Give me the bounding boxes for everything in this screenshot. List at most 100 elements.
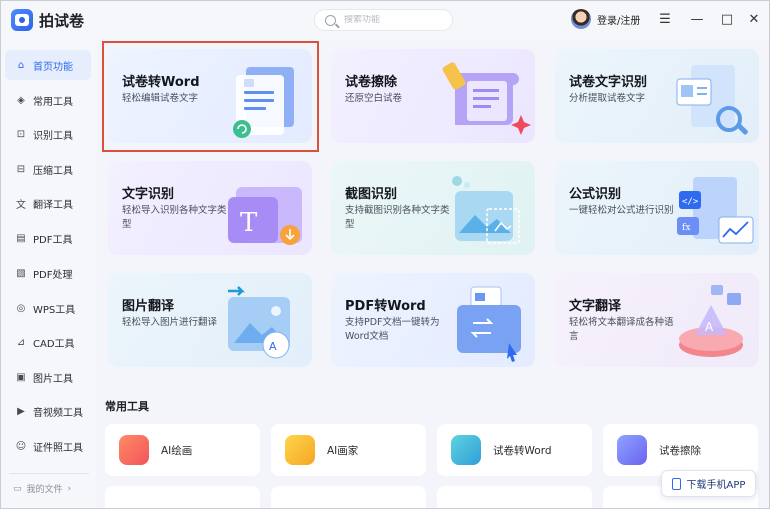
tool-ai-painter[interactable]: AI画家 bbox=[271, 424, 426, 476]
eraser-illustration bbox=[442, 62, 531, 135]
svg-text:A: A bbox=[269, 340, 277, 353]
user-login[interactable]: 登录/注册 bbox=[571, 9, 640, 29]
app-logo-icon bbox=[11, 9, 33, 31]
download-app-label: 下载手机APP bbox=[686, 480, 746, 491]
scan-icon: ⊡ bbox=[16, 128, 26, 140]
sidebar-item-label: 音视频工具 bbox=[33, 407, 83, 419]
sidebar-item-pdf-tools[interactable]: ▤ PDF工具 bbox=[5, 223, 91, 253]
sidebar-divider bbox=[9, 473, 89, 474]
tool-label: AI画家 bbox=[327, 444, 359, 457]
id-photo-icon: ☺ bbox=[15, 440, 27, 452]
chevron-right-icon: › bbox=[67, 483, 72, 494]
sidebar-item-label: PDF工具 bbox=[33, 234, 73, 246]
my-files-link[interactable]: ▭ 我的文件 › bbox=[13, 482, 72, 496]
card-desc: 轻松将文本翻译成各种语言 bbox=[569, 317, 674, 342]
sidebar-item-label: 压缩工具 bbox=[33, 165, 73, 177]
card-text-translation[interactable]: 文字翻译 轻松将文本翻译成各种语言 A bbox=[555, 273, 759, 367]
tool-exam-to-word[interactable]: 试卷转Word bbox=[437, 424, 592, 476]
sidebar-item-common-tools[interactable]: ◈ 常用工具 bbox=[5, 85, 91, 115]
sidebar-item-label: 图片工具 bbox=[33, 373, 73, 385]
formula-illustration: </> fx bbox=[677, 177, 754, 244]
tool-label: 试卷转Word bbox=[493, 444, 552, 457]
home-icon: ⌂ bbox=[17, 59, 25, 71]
sidebar-item-label: 证件照工具 bbox=[33, 442, 83, 454]
card-screenshot-recognition[interactable]: 截图识别 支持截图识别各种文字类型 bbox=[331, 161, 535, 255]
video-icon: ▶ bbox=[17, 405, 25, 417]
card-formula-recognition[interactable]: 公式识别 一键轻松对公式进行识别 </> fx bbox=[555, 161, 759, 255]
tool-row-partial bbox=[437, 486, 592, 508]
app-window: 拍试卷 登录/注册 ☰ — □ ✕ ⌂ 首页功能 ◈ 常用工具 ⊡ 识别工具 ⊟ bbox=[0, 0, 770, 509]
card-exam-erase[interactable]: 试卷擦除 还原空白试卷 bbox=[331, 49, 535, 143]
tool-label: AI绘画 bbox=[161, 444, 193, 457]
search-input[interactable] bbox=[344, 15, 434, 25]
title-bar: 拍试卷 登录/注册 ☰ — □ ✕ bbox=[1, 1, 769, 39]
sidebar-item-image-tools[interactable]: ▣ 图片工具 bbox=[5, 362, 91, 392]
sidebar-item-pdf-process[interactable]: ▧ PDF处理 bbox=[5, 258, 91, 288]
sidebar-item-video-tools[interactable]: ▶ 音视频工具 bbox=[5, 396, 91, 426]
search-icon bbox=[325, 14, 336, 26]
tool-label: 试卷擦除 bbox=[659, 444, 701, 457]
card-desc: 一键轻松对公式进行识别 bbox=[569, 205, 674, 216]
minimize-icon[interactable]: — bbox=[687, 9, 707, 29]
card-title: 文字翻译 bbox=[569, 299, 622, 314]
app-name: 拍试卷 bbox=[39, 11, 85, 30]
svg-text:A: A bbox=[705, 320, 714, 334]
card-title: PDF转Word bbox=[345, 299, 426, 314]
card-title: 图片翻译 bbox=[122, 299, 175, 314]
ai-paint-icon bbox=[119, 435, 149, 465]
sidebar-item-compress-tools[interactable]: ⊟ 压缩工具 bbox=[5, 154, 91, 184]
card-title: 文字识别 bbox=[122, 187, 175, 202]
sidebar-item-id-photo-tools[interactable]: ☺ 证件照工具 bbox=[5, 431, 91, 461]
phone-icon bbox=[671, 477, 681, 490]
folder-t-illustration: T bbox=[228, 187, 302, 245]
avatar[interactable] bbox=[571, 9, 591, 29]
card-image-translation[interactable]: 图片翻译 轻松导入图片进行翻译 A bbox=[108, 273, 312, 367]
sidebar-item-label: 识别工具 bbox=[33, 130, 73, 142]
search-box[interactable] bbox=[314, 9, 453, 31]
card-desc: 支持PDF文档一键转为Word文档 bbox=[345, 317, 440, 342]
sidebar-item-recognition-tools[interactable]: ⊡ 识别工具 bbox=[5, 119, 91, 149]
my-files-label: 我的文件 bbox=[26, 485, 63, 495]
svg-text:fx: fx bbox=[682, 223, 690, 233]
card-desc: 支持截图识别各种文字类型 bbox=[345, 205, 450, 230]
layers-icon: ◈ bbox=[17, 94, 25, 106]
wps-icon: ◎ bbox=[16, 302, 26, 314]
sidebar-item-translate-tools[interactable]: 文 翻译工具 bbox=[5, 188, 91, 218]
card-title: 试卷擦除 bbox=[345, 75, 398, 90]
card-desc: 分析提取试卷文字 bbox=[569, 93, 646, 104]
card-desc: 轻松导入识别各种文字类型 bbox=[122, 205, 227, 230]
maximize-icon[interactable]: □ bbox=[717, 9, 737, 29]
ai-painter-icon bbox=[285, 435, 315, 465]
card-title: 截图识别 bbox=[345, 187, 398, 202]
text-translate-illustration: A bbox=[679, 285, 743, 357]
sidebar-item-cad-tools[interactable]: ⊿ CAD工具 bbox=[5, 327, 91, 357]
pdf-icon: ▤ bbox=[16, 232, 26, 244]
tool-row-partial bbox=[271, 486, 426, 508]
card-title: 试卷文字识别 bbox=[569, 75, 648, 90]
card-exam-text-recognition[interactable]: 试卷文字识别 分析提取试卷文字 bbox=[555, 49, 759, 143]
download-app-button[interactable]: 下载手机APP bbox=[661, 470, 756, 497]
card-title: 公式识别 bbox=[569, 187, 622, 202]
close-icon[interactable]: ✕ bbox=[744, 9, 764, 29]
card-pdf-to-word[interactable]: PDF转Word 支持PDF文档一键转为Word文档 bbox=[331, 273, 535, 367]
card-text-recognition[interactable]: 文字识别 轻松导入识别各种文字类型 T bbox=[108, 161, 312, 255]
svg-text:</>: </> bbox=[682, 197, 699, 207]
pdf-word-folder-illustration bbox=[457, 286, 521, 362]
word-icon bbox=[451, 435, 481, 465]
menu-icon[interactable]: ☰ bbox=[655, 9, 675, 29]
pdf-process-icon: ▧ bbox=[16, 267, 26, 279]
login-register-link[interactable]: 登录/注册 bbox=[597, 12, 640, 27]
sidebar-item-label: 翻译工具 bbox=[33, 199, 73, 211]
image-translate-illustration: A bbox=[228, 286, 290, 359]
sidebar-item-home[interactable]: ⌂ 首页功能 bbox=[5, 50, 91, 80]
text-scan-illustration bbox=[676, 65, 748, 135]
eraser-icon bbox=[617, 435, 647, 465]
sidebar-item-wps-tools[interactable]: ◎ WPS工具 bbox=[5, 293, 91, 323]
tool-ai-paint[interactable]: AI绘画 bbox=[105, 424, 260, 476]
cad-icon: ⊿ bbox=[16, 336, 26, 348]
screenshot-illustration bbox=[452, 176, 520, 244]
sidebar-item-label: 常用工具 bbox=[33, 96, 73, 108]
sidebar-item-label: PDF处理 bbox=[33, 269, 73, 281]
sidebar: ⌂ 首页功能 ◈ 常用工具 ⊡ 识别工具 ⊟ 压缩工具 文 翻译工具 ▤ PDF… bbox=[1, 39, 97, 508]
tool-exam-erase[interactable]: 试卷擦除 bbox=[603, 424, 758, 476]
